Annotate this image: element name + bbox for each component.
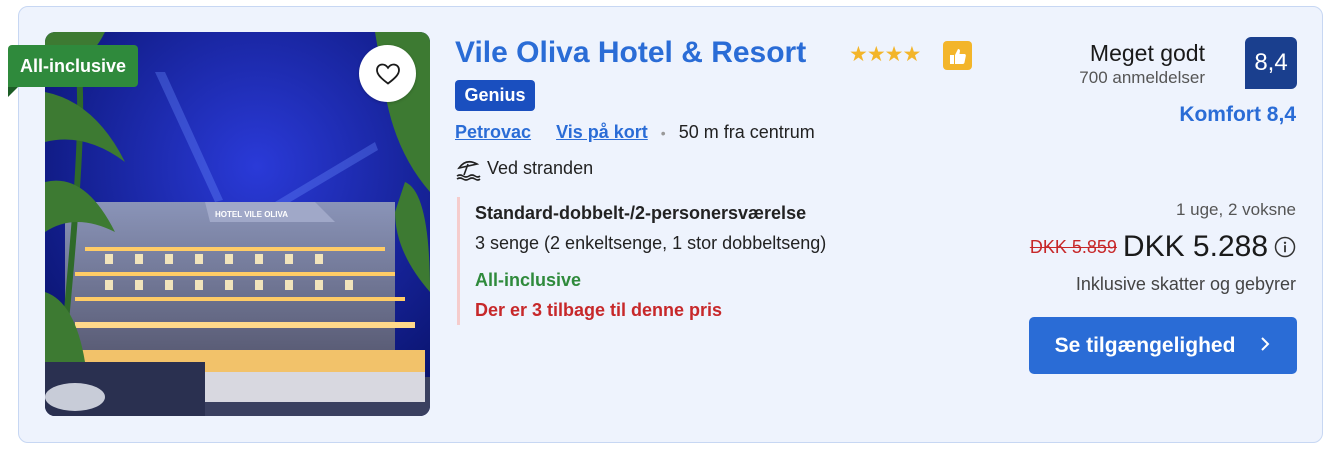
- old-price: DKK 5.859: [1029, 236, 1117, 257]
- location-row: Petrovac Vis på kort • 50 m fra centrum: [455, 122, 815, 143]
- room-info: Standard-dobbelt-/2-personersværelse 3 s…: [457, 197, 826, 325]
- room-name: Standard-dobbelt-/2-personersværelse: [475, 203, 807, 223]
- review-count[interactable]: 700 anmeldelser: [1079, 68, 1205, 88]
- distance-text: 50 m fra centrum: [678, 122, 815, 142]
- see-availability-label: Se tilgængelighed: [1054, 333, 1236, 357]
- location-link[interactable]: Petrovac: [455, 122, 531, 142]
- taxes-note: Inklusive skatter og gebyrer: [1075, 274, 1296, 294]
- hotel-name-link[interactable]: Vile Oliva Hotel & Resort: [455, 36, 806, 70]
- comfort-score: Komfort 8,4: [1179, 103, 1296, 126]
- star-rating: ★★★★: [849, 43, 921, 66]
- stay-duration: 1 uge, 2 voksne: [1175, 200, 1296, 219]
- meal-plan: All-inclusive: [475, 270, 582, 290]
- current-price: DKK 5.288: [1122, 230, 1268, 263]
- review-score-badge[interactable]: 8,4: [1245, 37, 1297, 89]
- room-beds: 3 senge (2 enkeltsenge, 1 stor dobbeltse…: [475, 233, 827, 253]
- genius-badge: Genius: [455, 80, 535, 111]
- see-availability-button[interactable]: Se tilgængelighed: [1029, 317, 1297, 374]
- badge-fold: [8, 87, 18, 97]
- chevron-right-icon: [1259, 333, 1271, 359]
- price-row: DKK 5.859 DKK 5.288: [1030, 230, 1296, 264]
- thumbs-up-icon[interactable]: [943, 41, 972, 70]
- save-favorite-button[interactable]: [359, 45, 416, 102]
- all-inclusive-badge: All-inclusive: [8, 45, 139, 87]
- heart-icon: [375, 63, 400, 85]
- photo-hotel-sign: HOTEL VILE OLIVA: [215, 210, 288, 219]
- beach-row: Ved stranden: [455, 155, 593, 181]
- beach-text: Ved stranden: [487, 157, 594, 178]
- review-label[interactable]: Meget godt: [1090, 40, 1205, 67]
- beach-umbrella-icon: [456, 160, 481, 181]
- availability-warning: Der er 3 tilbage til denne pris: [475, 300, 723, 320]
- info-icon[interactable]: [1274, 236, 1296, 258]
- show-on-map-link[interactable]: Vis på kort: [556, 122, 648, 142]
- separator-dot: •: [660, 125, 666, 141]
